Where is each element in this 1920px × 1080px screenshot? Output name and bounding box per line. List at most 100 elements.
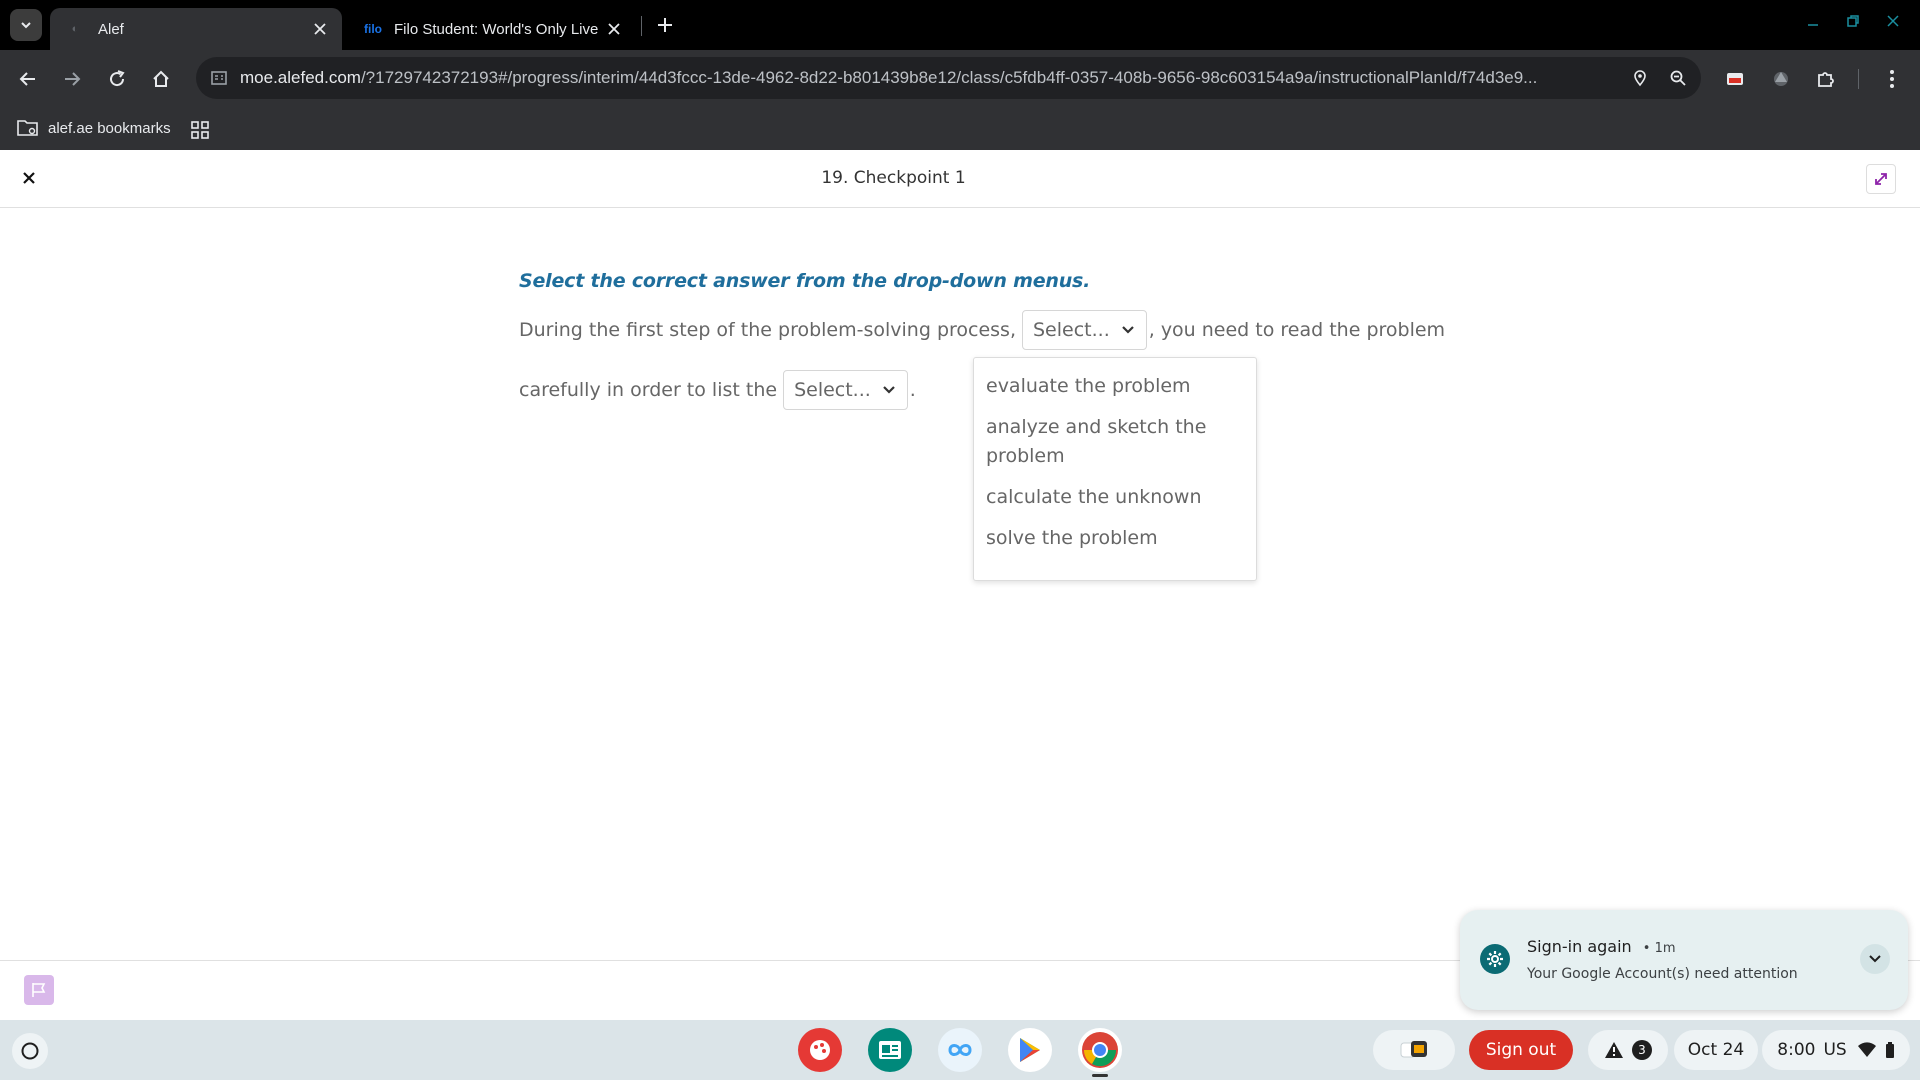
toolbar-separator <box>1858 69 1859 89</box>
sign-out-button[interactable]: Sign out <box>1469 1030 1573 1070</box>
minimize-icon <box>1808 24 1818 26</box>
plus-icon <box>658 18 672 32</box>
chevron-down-icon <box>1120 322 1136 338</box>
tab-close-button[interactable] <box>602 17 626 41</box>
chrome-app-icon[interactable] <box>1078 1028 1122 1072</box>
chevron-down-icon <box>881 382 897 398</box>
close-icon <box>314 23 326 35</box>
back-button[interactable] <box>14 65 42 93</box>
warning-icon <box>1605 1042 1623 1058</box>
tab-separator <box>641 16 642 36</box>
tab-title: Filo Student: World's Only Live I <box>394 20 602 38</box>
expand-icon <box>1875 173 1887 185</box>
infinity-app-icon[interactable] <box>938 1028 982 1072</box>
tab-title: Alef <box>98 20 124 38</box>
sentence-part-4: . <box>909 379 916 401</box>
canvas-app-icon[interactable] <box>798 1028 842 1072</box>
holding-space-tray[interactable] <box>1373 1030 1455 1070</box>
notification-header: Sign-in again • 1m <box>1527 937 1676 956</box>
sentence-part-1: During the first step of the problem-sol… <box>519 319 1016 341</box>
filo-favicon-icon: filo <box>364 22 382 36</box>
notification-body: Your Google Account(s) need attention <box>1527 966 1798 982</box>
wifi-icon <box>1857 1042 1876 1057</box>
dropdown-1-value: Select... <box>1033 319 1110 341</box>
dropdown-2-value: Select... <box>794 379 871 401</box>
sentence-part-3: carefully in order to list the <box>519 379 778 401</box>
chevron-down-icon <box>21 22 31 29</box>
active-app-indicator <box>1092 1074 1108 1077</box>
date-tray[interactable]: Oct 24 <box>1674 1030 1758 1070</box>
bookmark-label: alef.ae bookmarks <box>48 119 171 137</box>
window-controls <box>1802 10 1904 32</box>
zoom-icon[interactable] <box>1663 63 1693 93</box>
signin-notification[interactable]: Sign-in again • 1m Your Google Account(s… <box>1460 910 1908 1010</box>
location-icon[interactable] <box>1625 63 1655 93</box>
browser-toolbar: moe.alefed.com/?1729742372193#/progress/… <box>0 50 1920 108</box>
new-tab-button[interactable] <box>652 12 678 38</box>
tab-filo[interactable]: filo Filo Student: World's Only Live I <box>346 8 636 50</box>
alerts-tray[interactable]: 3 <box>1588 1030 1668 1070</box>
page-title: 19. Checkpoint 1 <box>821 168 966 188</box>
question-line-2: carefully in order to list the Select...… <box>519 370 916 410</box>
dropdown-option[interactable]: evaluate the problem <box>974 366 1256 407</box>
notification-time: • 1m <box>1642 941 1676 956</box>
close-icon <box>608 23 620 35</box>
battery-icon <box>1885 1042 1894 1058</box>
apps-grid-icon[interactable] <box>190 120 212 142</box>
bookmark-folder[interactable]: alef.ae bookmarks <box>16 116 171 140</box>
flag-icon <box>32 983 46 997</box>
classroom-app-icon[interactable] <box>868 1028 912 1072</box>
file-thumbnail-icon <box>1400 1041 1427 1058</box>
answer-dropdown-1[interactable]: Select... <box>1022 310 1147 350</box>
answer-dropdown-2[interactable]: Select... <box>783 370 908 410</box>
more-menu-icon[interactable] <box>1877 64 1907 94</box>
status-tray[interactable]: 8:00 US <box>1762 1030 1910 1070</box>
system-shelf: Sign out 3 Oct 24 8:00 US <box>0 1020 1920 1080</box>
lesson-header: 19. Checkpoint 1 <box>0 150 1920 208</box>
arrow-left-icon <box>19 72 35 86</box>
sentence-part-2: , you need to read the problem <box>1148 319 1446 341</box>
browser-tab-strip: ◐ Alef filo Filo Student: World's Only L… <box>0 0 1920 50</box>
tab-close-button[interactable] <box>308 17 332 41</box>
site-info-icon[interactable] <box>208 67 230 89</box>
dropdown-option[interactable]: analyze and sketch the problem <box>974 407 1256 477</box>
folder-icon <box>16 116 40 140</box>
notification-expand-button[interactable] <box>1860 944 1890 974</box>
extension-icon[interactable] <box>1766 64 1796 94</box>
url-text: moe.alefed.com/?1729742372193#/progress/… <box>240 68 1625 88</box>
close-window-button[interactable] <box>1882 10 1904 32</box>
launcher-circle-icon <box>21 1042 39 1060</box>
address-bar[interactable]: moe.alefed.com/?1729742372193#/progress/… <box>196 57 1701 99</box>
url-host: moe.alefed.com <box>240 68 361 87</box>
dropdown-1-menu: evaluate the problem analyze and sketch … <box>973 357 1257 581</box>
fullscreen-button[interactable] <box>1866 164 1896 194</box>
play-store-app-icon[interactable] <box>1008 1028 1052 1072</box>
reload-button[interactable] <box>103 65 131 93</box>
question-line-1: During the first step of the problem-sol… <box>519 310 1445 350</box>
alerts-count-badge: 3 <box>1632 1040 1652 1060</box>
dropdown-option[interactable]: solve the problem <box>974 518 1256 559</box>
cast-extension-icon[interactable] <box>1720 64 1750 94</box>
home-button[interactable] <box>147 65 175 93</box>
url-path: /?1729742372193#/progress/interim/44d3fc… <box>360 68 1538 87</box>
bookmarks-bar: alef.ae bookmarks <box>0 108 1920 150</box>
minimize-button[interactable] <box>1802 10 1824 32</box>
alef-favicon-icon: ◐ <box>71 23 79 35</box>
clock-time: 8:00 <box>1777 1040 1816 1060</box>
chevron-down-icon <box>1869 955 1881 963</box>
home-icon <box>153 70 169 87</box>
flag-button[interactable] <box>24 975 54 1005</box>
extensions-puzzle-icon[interactable] <box>1811 64 1841 94</box>
gear-icon <box>1480 944 1510 974</box>
tab-alef[interactable]: ◐ Alef <box>50 8 342 50</box>
close-icon <box>1887 15 1899 27</box>
tab-search-button[interactable] <box>10 9 42 41</box>
forward-button[interactable] <box>58 65 86 93</box>
reload-icon <box>110 70 125 87</box>
restore-button[interactable] <box>1842 10 1864 32</box>
dropdown-option[interactable]: calculate the unknown <box>974 477 1256 518</box>
restore-icon <box>1847 15 1859 27</box>
question-instruction: Select the correct answer from the drop-… <box>519 270 1091 292</box>
launcher-button[interactable] <box>12 1033 48 1069</box>
notification-title: Sign-in again <box>1527 937 1632 956</box>
